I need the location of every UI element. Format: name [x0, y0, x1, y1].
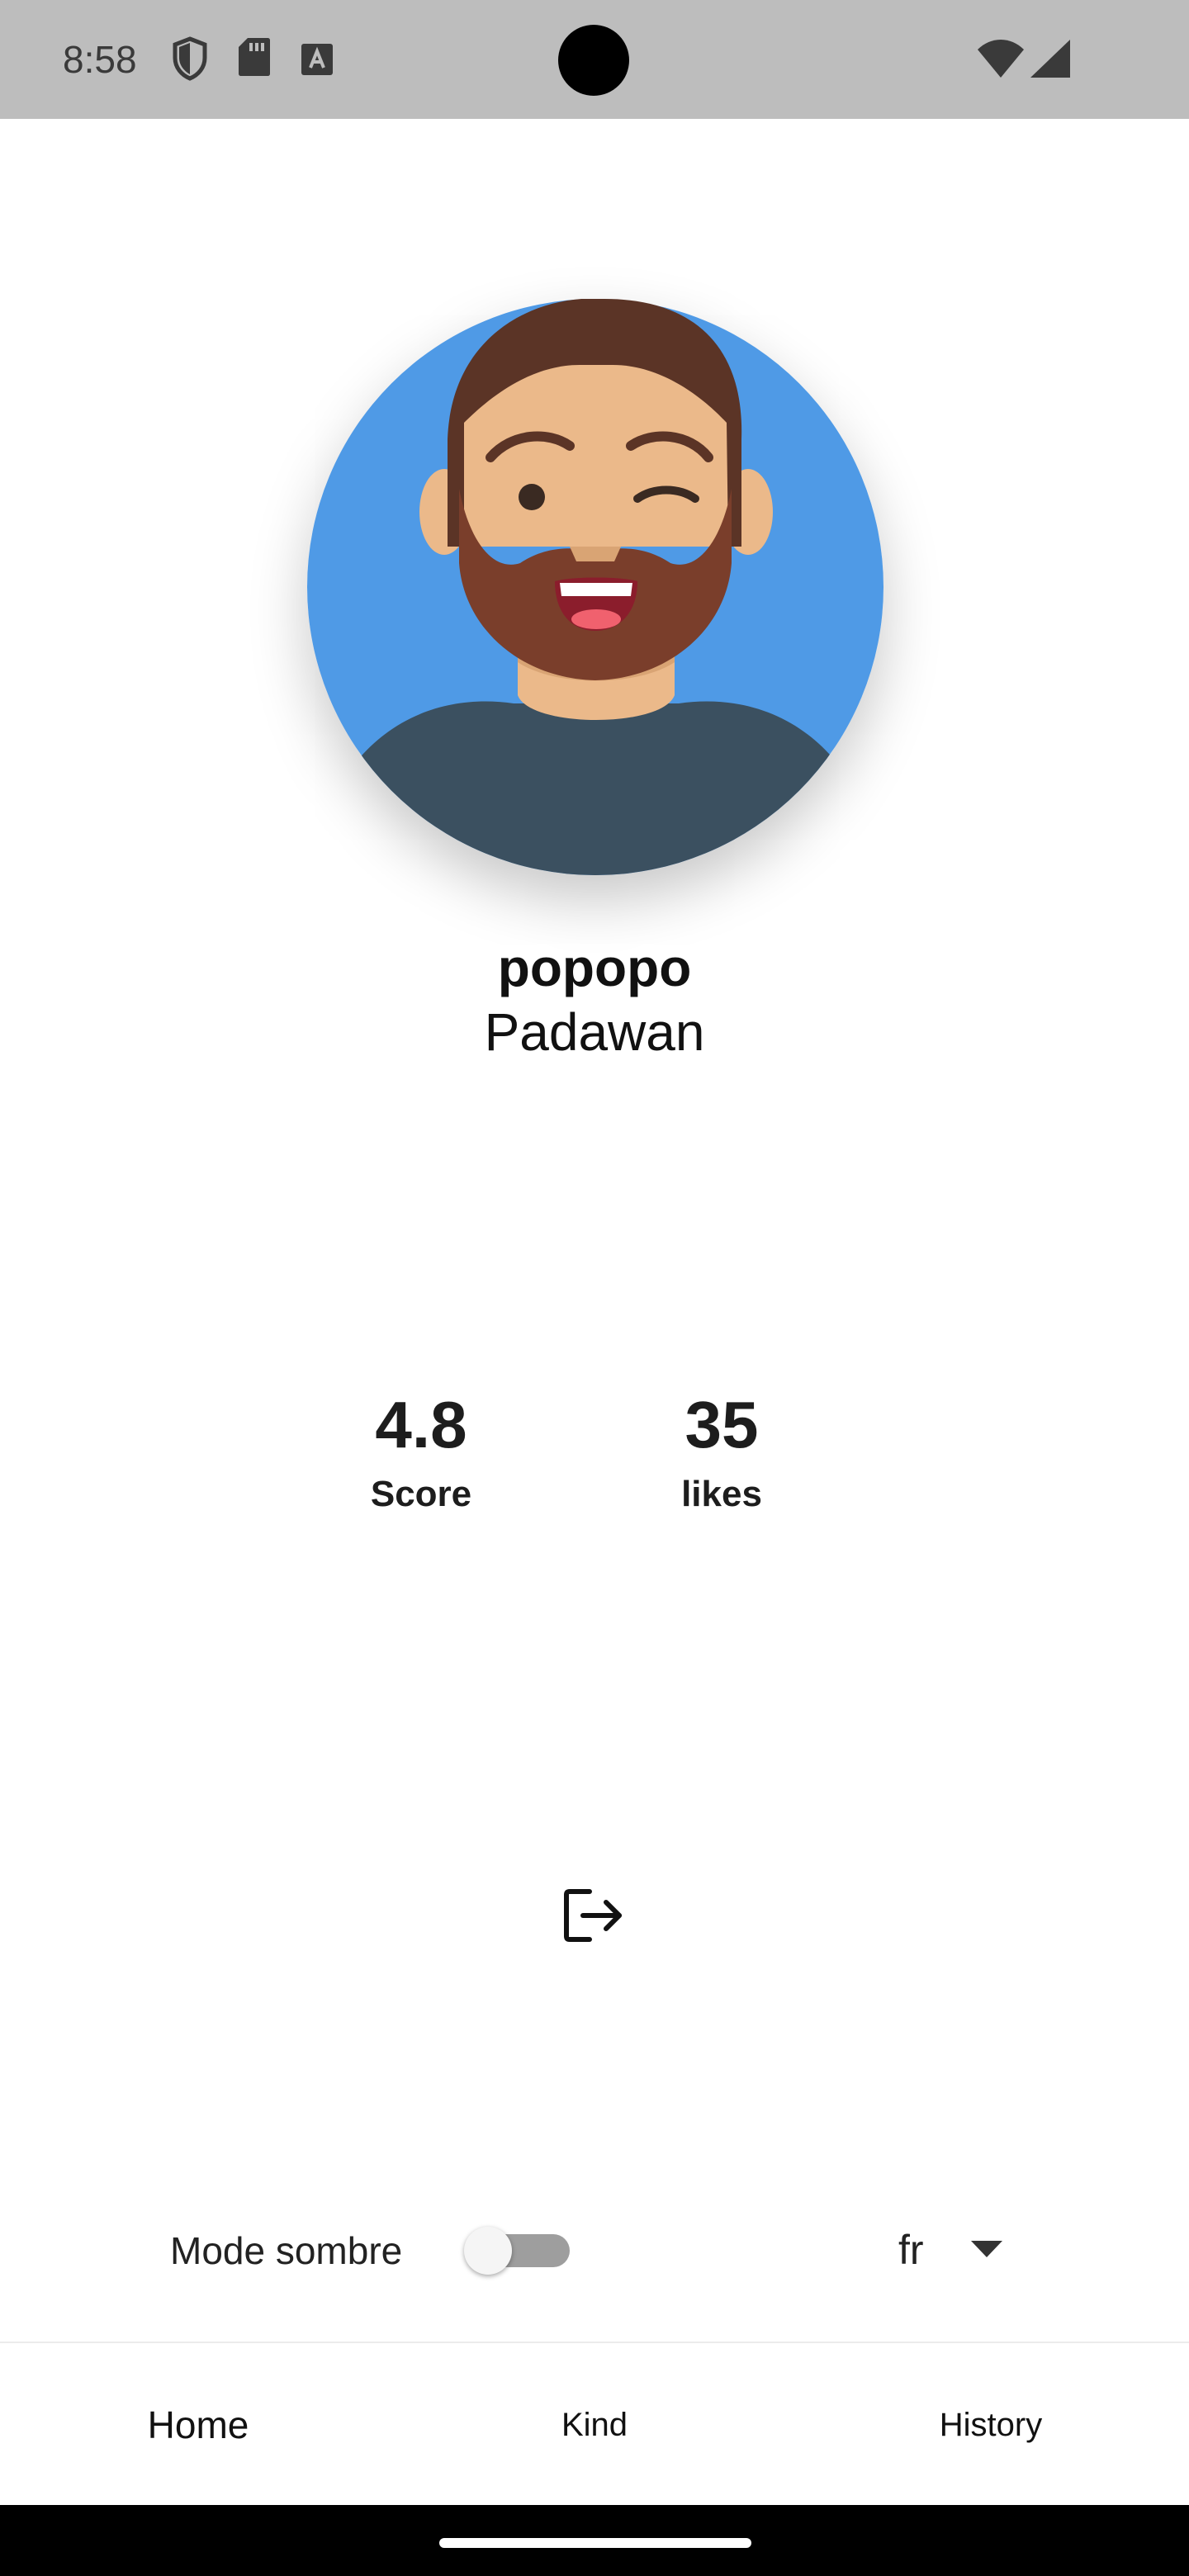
- camera-cutout: [558, 25, 629, 96]
- bottom-navigation: Home Kind History: [0, 2342, 1189, 2507]
- nav-home[interactable]: Home: [0, 2343, 396, 2507]
- language-value: fr: [898, 2227, 924, 2273]
- system-navigation-bar: [0, 2505, 1189, 2576]
- likes-label: likes: [681, 1474, 762, 1514]
- logout-button[interactable]: [561, 1882, 628, 1949]
- score-label: Score: [370, 1474, 472, 1514]
- avatar: [307, 299, 883, 875]
- nav-home-label: Home: [147, 2403, 249, 2446]
- dark-mode-label: Mode sombre: [170, 2229, 403, 2272]
- status-time: 8:58: [63, 38, 137, 81]
- wifi-icon: [978, 40, 1024, 82]
- nav-history[interactable]: History: [793, 2343, 1189, 2507]
- signal-icon: [1030, 40, 1070, 82]
- likes-value: 35: [685, 1388, 759, 1461]
- keyboard-a-icon: [301, 43, 334, 80]
- profile-screen: 8:58 popopo Padawan 4.8 Score 35 likes M…: [0, 0, 1189, 2576]
- user-rank: Padawan: [484, 1002, 705, 1062]
- score-stat: 4.8 Score: [297, 1387, 545, 1518]
- status-bar: 8:58: [0, 0, 1189, 119]
- bearded-man-avatar-icon: [307, 299, 883, 875]
- logout-icon: [564, 1889, 622, 1942]
- shield-icon: [172, 36, 208, 85]
- likes-stat: 35 likes: [598, 1387, 846, 1518]
- user-name: popopo: [497, 938, 692, 997]
- nav-history-label: History: [939, 2406, 1043, 2443]
- dark-mode-toggle[interactable]: [464, 2227, 571, 2275]
- sd-card-icon: [238, 36, 271, 82]
- language-select[interactable]: fr: [892, 2221, 1016, 2279]
- score-value: 4.8: [375, 1388, 467, 1461]
- nav-kind-label: Kind: [561, 2406, 628, 2443]
- home-indicator[interactable]: [439, 2538, 751, 2548]
- nav-kind[interactable]: Kind: [396, 2343, 793, 2507]
- toggle-thumb: [464, 2227, 512, 2275]
- chevron-down-icon: [971, 2241, 1002, 2261]
